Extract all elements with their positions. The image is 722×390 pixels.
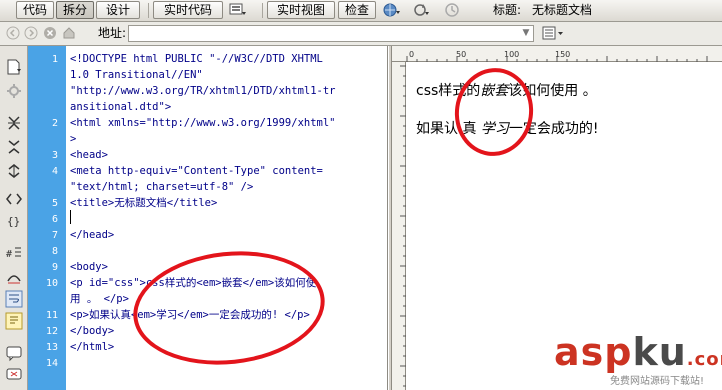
code-line[interactable]: ansitional.dtd"> <box>70 100 171 114</box>
code-line[interactable]: "http://www.w3.org/TR/xhtml1/DTD/xhtml1-… <box>70 84 336 98</box>
code-line[interactable]: <head> <box>70 148 108 162</box>
code-line[interactable]: 用 。 </p> <box>70 292 129 306</box>
syntax-error-alerts-icon[interactable] <box>5 312 23 330</box>
highlight-invalid-code-icon[interactable] <box>5 268 23 286</box>
line-number: 7 <box>51 230 58 241</box>
code-line[interactable]: <html xmlns="http://www.w3.org/1999/xhtm… <box>70 116 336 130</box>
document-title[interactable]: 无标题文档 <box>532 0 592 20</box>
preview-globe-icon[interactable] <box>383 2 401 18</box>
toolbar-separator <box>262 3 263 18</box>
split-view-button[interactable]: 拆分 <box>56 1 94 19</box>
watermark-suffix: .com <box>686 349 722 370</box>
visual-aids-icon[interactable] <box>444 2 462 18</box>
ruler-ticks <box>406 56 708 62</box>
view-options-icon[interactable] <box>542 25 566 42</box>
live-view-button[interactable]: 实时视图 <box>267 1 335 19</box>
balance-braces-icon[interactable]: {} <box>5 212 23 230</box>
chevron-down-icon[interactable]: ▼ <box>520 26 532 41</box>
line-number: 14 <box>45 358 58 369</box>
expand-all-icon[interactable] <box>5 162 23 180</box>
apply-comment-icon[interactable] <box>5 344 23 362</box>
address-bar: 地址: ▼ <box>0 22 722 46</box>
browser-compat-icon[interactable] <box>229 2 247 18</box>
line-number: 10 <box>45 278 58 289</box>
line-number: 5 <box>51 198 58 209</box>
open-documents-icon[interactable] <box>5 58 23 76</box>
code-line[interactable]: "text/html; charset=utf-8" /> <box>70 180 253 194</box>
line-number: 8 <box>51 246 58 257</box>
document-toolbar: 代码 拆分 设计 实时代码 实时视图 检查 标题: 无标题文档 <box>0 0 722 22</box>
watermark-tagline: 免费网站源码下载站! <box>610 376 705 387</box>
remove-comment-icon[interactable] <box>5 366 23 384</box>
vertical-ruler <box>392 62 406 390</box>
design-view-button[interactable]: 设计 <box>96 1 140 19</box>
line-number: 11 <box>45 310 58 321</box>
word-wrap-icon[interactable] <box>5 290 23 308</box>
text-caret <box>70 210 71 224</box>
code-line[interactable]: </head> <box>70 228 114 242</box>
title-label: 标题: <box>493 3 522 17</box>
refresh-icon[interactable] <box>412 2 430 18</box>
line-number: 4 <box>51 166 58 177</box>
svg-text:#: # <box>6 249 12 260</box>
collapse-selection-icon[interactable] <box>5 138 23 156</box>
toolbar-separator <box>148 3 149 18</box>
line-number: 9 <box>51 262 58 273</box>
collapse-tag-icon[interactable] <box>5 114 23 132</box>
settings-gear-icon[interactable] <box>5 82 23 100</box>
stop-icon[interactable] <box>43 26 57 40</box>
code-line[interactable]: 1.0 Transitional//EN" <box>70 68 203 82</box>
line-number: 13 <box>45 342 58 353</box>
line-number-gutter: 1 2 3 4 5 6 7 8 9 10 11 12 13 14 <box>28 46 66 390</box>
code-line[interactable]: <title>无标题文档</title> <box>70 196 217 210</box>
select-parent-tag-icon[interactable] <box>5 190 23 208</box>
address-label: 地址: <box>98 26 127 40</box>
code-line[interactable]: <body> <box>70 260 108 274</box>
inspect-button[interactable]: 检查 <box>338 1 376 19</box>
watermark-logo: aspku.com 免费网站源码下载站! <box>554 332 722 390</box>
home-icon[interactable] <box>62 26 76 40</box>
line-number: 3 <box>51 150 58 161</box>
coding-toolbar: {} # <box>0 46 28 390</box>
code-view-button[interactable]: 代码 <box>16 1 54 19</box>
horizontal-ruler: 0 50 100 150 <box>392 46 722 62</box>
watermark-brand: ku <box>632 330 687 374</box>
code-line[interactable]: > <box>70 132 76 146</box>
forward-icon[interactable] <box>24 26 38 40</box>
live-code-button[interactable]: 实时代码 <box>153 1 223 19</box>
watermark-brand: asp <box>554 330 633 374</box>
line-number: 12 <box>45 326 58 337</box>
line-number: 6 <box>51 214 58 225</box>
code-line[interactable]: </html> <box>70 340 114 354</box>
line-numbers-icon[interactable]: # <box>5 244 23 262</box>
svg-text:{}: {} <box>7 215 20 228</box>
line-number: 1 <box>51 54 58 65</box>
address-input[interactable] <box>128 25 534 42</box>
code-line[interactable]: <meta http-equiv="Content-Type" content= <box>70 164 323 178</box>
code-line[interactable]: <!DOCTYPE html PUBLIC "-//W3C//DTD XHTML <box>70 52 323 66</box>
line-number: 2 <box>51 118 58 129</box>
code-line[interactable]: </body> <box>70 324 114 338</box>
back-icon[interactable] <box>6 26 20 40</box>
